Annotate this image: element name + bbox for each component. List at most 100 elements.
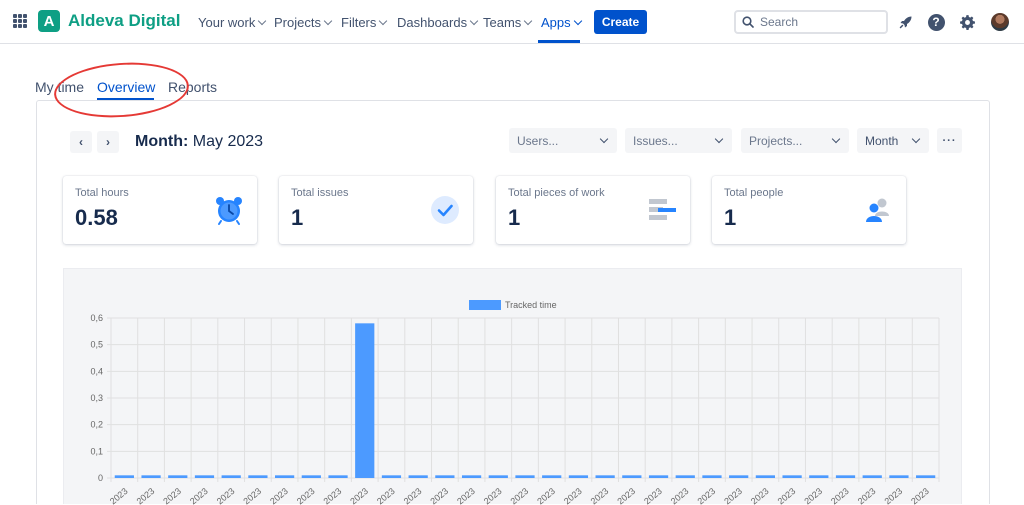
rocket-icon xyxy=(899,16,912,29)
x-tick-label: 2023 xyxy=(589,486,611,505)
x-tick-label: 2023 xyxy=(108,486,130,505)
nav-filters[interactable]: Filters xyxy=(341,15,388,30)
brand-name: Aldeva Digital xyxy=(68,11,181,30)
y-tick-label: 0,4 xyxy=(90,366,103,376)
x-tick-label: 2023 xyxy=(188,486,210,505)
issues-filter-dropdown[interactable]: Issues... xyxy=(625,128,732,153)
chart-bar xyxy=(809,475,829,478)
chart-bar xyxy=(648,475,669,478)
chevron-down-icon xyxy=(524,16,533,26)
chart-bar xyxy=(889,475,909,478)
chart-bar xyxy=(488,475,508,478)
settings-button[interactable] xyxy=(957,12,977,32)
tab-overview[interactable]: Overview xyxy=(97,79,155,95)
create-button[interactable]: Create xyxy=(594,10,647,34)
users-filter-dropdown[interactable]: Users... xyxy=(509,128,617,153)
x-tick-label: 2023 xyxy=(268,486,290,505)
issues-filter-label: Issues... xyxy=(633,133,678,148)
x-tick-label: 2023 xyxy=(241,486,263,505)
y-tick-label: 0,3 xyxy=(90,393,103,403)
help-icon: ? xyxy=(927,13,945,31)
stat-label: Total hours xyxy=(75,187,129,199)
chart-bars xyxy=(114,323,936,478)
x-tick-label: 2023 xyxy=(776,486,798,505)
y-tick-label: 0,1 xyxy=(90,446,103,456)
projects-filter-dropdown[interactable]: Projects... xyxy=(741,128,849,153)
help-button[interactable]: ? xyxy=(926,12,946,32)
tab-reports[interactable]: Reports xyxy=(168,79,217,95)
x-tick-label: 2023 xyxy=(509,486,531,505)
chart-bar xyxy=(595,475,615,478)
nav-apps[interactable]: Apps xyxy=(541,15,582,30)
month-prefix: Month: xyxy=(135,133,189,150)
stat-label: Total issues xyxy=(291,187,349,199)
x-tick-label: 2023 xyxy=(909,486,931,505)
chart-bar xyxy=(141,475,161,478)
month-label: Month: May 2023 xyxy=(135,133,263,151)
search-icon xyxy=(742,16,754,28)
x-tick-label: 2023 xyxy=(482,486,504,505)
x-tick-label: 2023 xyxy=(562,486,584,505)
y-axis: 0,6 0,5 0,4 0,3 0,2 0,1 0 xyxy=(90,313,103,483)
chart-bar xyxy=(862,475,882,478)
chart-bar xyxy=(221,475,241,478)
next-month-button[interactable]: › xyxy=(97,131,119,153)
tracked-time-chart: Tracked time 0,6 0,5 0,4 0,3 0,2 0,1 0 2023 202… xyxy=(63,268,962,505)
stat-value: 0.58 xyxy=(75,205,118,230)
stacked-bars-icon xyxy=(649,199,676,220)
user-avatar[interactable] xyxy=(991,13,1009,31)
chevron-down-icon xyxy=(911,134,921,144)
stat-card-total-hours: Total hours 0.58 xyxy=(63,176,257,244)
x-tick-label: 2023 xyxy=(295,486,317,505)
chevron-down-icon xyxy=(323,16,333,26)
projects-filter-label: Projects... xyxy=(749,133,803,148)
nav-projects[interactable]: Projects xyxy=(274,15,333,30)
search-box[interactable] xyxy=(734,10,888,34)
chevron-down-icon xyxy=(379,16,388,26)
app-switcher-icon[interactable] xyxy=(13,14,27,28)
chart-bar xyxy=(702,475,722,478)
chart-bar xyxy=(328,475,348,478)
stat-value: 1 xyxy=(291,205,304,230)
more-options-button[interactable]: ··· xyxy=(937,128,962,153)
tab-my-time[interactable]: My time xyxy=(35,79,84,95)
chevron-down-icon xyxy=(831,134,841,144)
search-input[interactable] xyxy=(760,15,870,29)
x-tick-label: 2023 xyxy=(375,486,397,505)
chart-bar xyxy=(355,323,375,478)
nav-teams[interactable]: Teams xyxy=(483,15,533,30)
chart-bar xyxy=(168,475,188,478)
month-value: May 2023 xyxy=(192,133,264,150)
nav-your-work[interactable]: Your work xyxy=(198,15,267,30)
nav-apps-label: Apps xyxy=(541,15,571,30)
top-navigation: A Aldeva Digital Your work Projects Filt… xyxy=(0,0,1024,44)
chart-bar xyxy=(461,475,482,478)
nav-dashboards[interactable]: Dashboards xyxy=(397,15,479,30)
y-tick-label: 0,5 xyxy=(90,340,103,350)
x-axis: 2023 2023 2023 2023 2023 2023 2023 2023 2023 2023… xyxy=(108,486,931,505)
chart-legend: Tracked time xyxy=(469,300,557,310)
chart-bar xyxy=(542,475,562,478)
nav-teams-label: Teams xyxy=(483,15,522,30)
nav-active-indicator xyxy=(538,40,580,43)
previous-month-button[interactable]: ‹ xyxy=(70,131,92,153)
checkmark-circle-icon xyxy=(431,196,459,224)
chart-bar xyxy=(675,475,695,478)
period-filter-dropdown[interactable]: Month xyxy=(857,128,929,153)
chart-bar xyxy=(755,475,776,478)
users-filter-label: Users... xyxy=(517,133,559,148)
chart-bar xyxy=(114,475,134,478)
notifications-button[interactable] xyxy=(896,12,916,32)
x-tick-label: 2023 xyxy=(428,486,450,505)
nav-your-work-label: Your work xyxy=(198,15,256,30)
brand-logo[interactable]: A Aldeva Digital xyxy=(38,10,180,32)
x-tick-label: 2023 xyxy=(348,486,370,505)
gear-icon xyxy=(959,14,975,30)
stat-value: 1 xyxy=(724,205,737,230)
x-tick-label: 2023 xyxy=(749,486,771,505)
x-tick-label: 2023 xyxy=(615,486,637,505)
x-tick-label: 2023 xyxy=(856,486,878,505)
y-tick-label: 0,6 xyxy=(90,313,103,323)
x-tick-label: 2023 xyxy=(829,486,851,505)
chart-bar xyxy=(515,475,535,478)
